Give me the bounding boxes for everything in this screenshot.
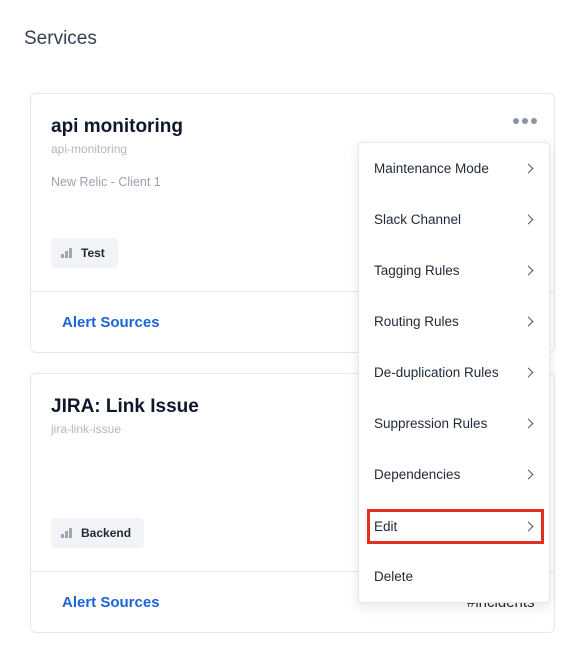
menu-item-delete[interactable]: Delete (359, 551, 549, 602)
chevron-right-icon (523, 265, 534, 276)
chevron-right-icon (523, 214, 534, 225)
alert-sources-link[interactable]: Alert Sources (62, 594, 160, 611)
chevron-right-icon (523, 521, 534, 532)
menu-item-suppression-rules[interactable]: Suppression Rules (359, 398, 549, 449)
service-tag: Backend (51, 518, 145, 548)
service-title[interactable]: api monitoring (51, 116, 183, 138)
chevron-right-icon (523, 418, 534, 429)
menu-item-tagging-rules[interactable]: Tagging Rules (359, 245, 549, 296)
service-tag-label: Test (81, 246, 105, 260)
service-actions-menu: Maintenance Mode Slack Channel Tagging R… (358, 142, 550, 603)
service-description: New Relic - Client 1 (51, 175, 161, 189)
page-title: Services (24, 28, 97, 49)
service-slug: jira-link-issue (51, 422, 122, 436)
chevron-right-icon (523, 367, 534, 378)
chevron-right-icon (523, 163, 534, 174)
service-title[interactable]: JIRA: Link Issue (51, 396, 199, 418)
alert-sources-link[interactable]: Alert Sources (62, 314, 160, 331)
menu-item-maintenance-mode[interactable]: Maintenance Mode (359, 143, 549, 194)
chevron-right-icon (523, 469, 534, 480)
signal-bars-icon (61, 528, 72, 538)
chevron-right-icon (523, 316, 534, 327)
menu-item-routing-rules[interactable]: Routing Rules (359, 296, 549, 347)
service-tag-label: Backend (81, 526, 132, 540)
menu-item-dependencies[interactable]: Dependencies (359, 449, 549, 500)
more-horizontal-icon[interactable] (513, 118, 537, 124)
service-tag: Test (51, 238, 118, 268)
signal-bars-icon (61, 248, 72, 258)
menu-item-deduplication-rules[interactable]: De-duplication Rules (359, 347, 549, 398)
service-slug: api-monitoring (51, 142, 128, 156)
menu-item-slack-channel[interactable]: Slack Channel (359, 194, 549, 245)
menu-item-edit[interactable]: Edit (367, 509, 544, 544)
